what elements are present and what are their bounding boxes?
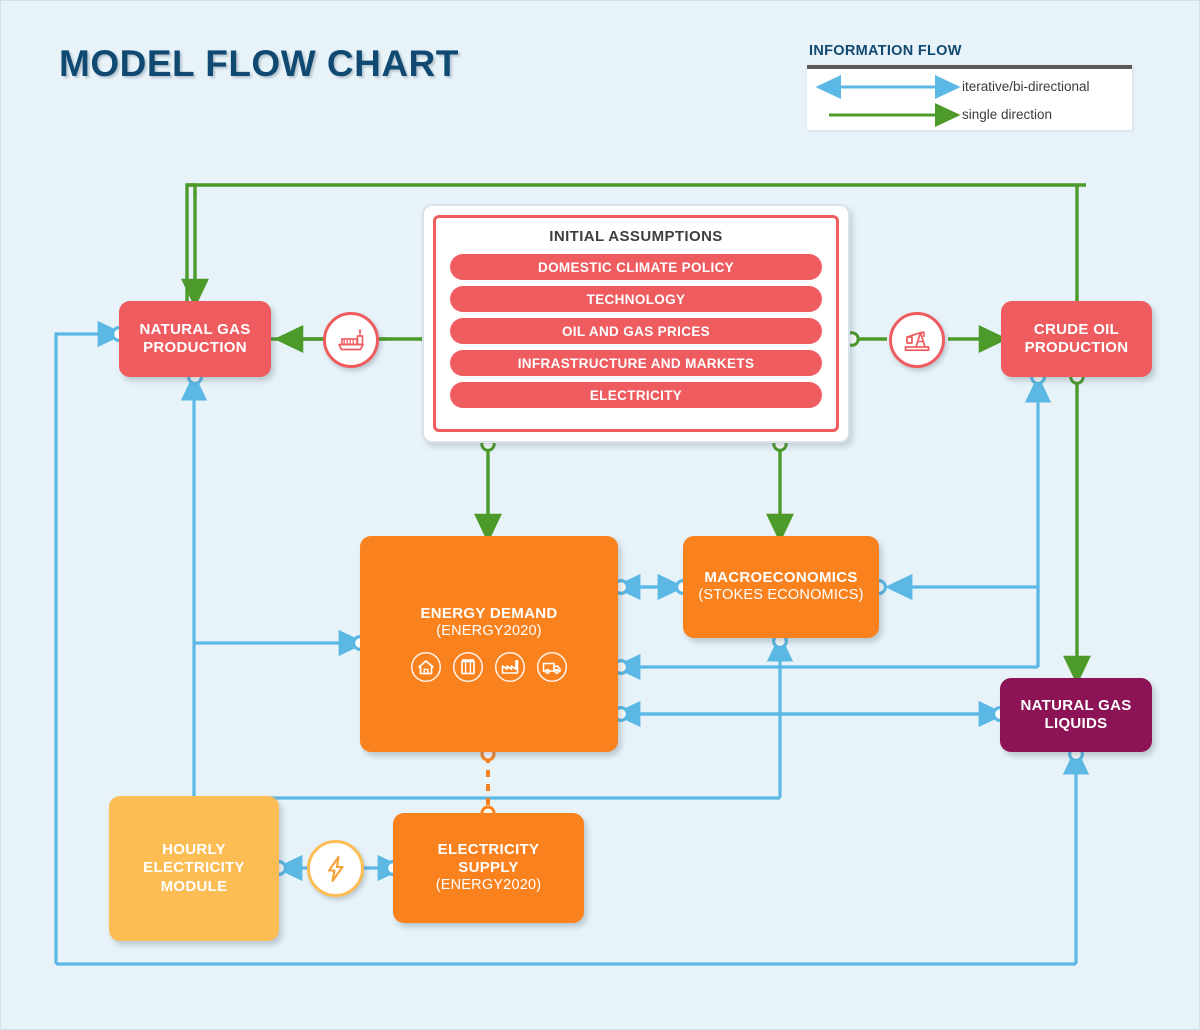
node-natural-gas-liquids[interactable]: NATURAL GAS LIQUIDS: [1000, 678, 1152, 752]
legend-label-bidirectional: iterative/bi-directional: [962, 79, 1090, 94]
node-crude-oil-production-line1: CRUDE OIL: [1033, 320, 1120, 338]
legend-label-single-direction: single direction: [962, 107, 1053, 122]
commercial-building-icon: [452, 651, 484, 683]
legend-item-bidirectional: iterative/bi-directional: [807, 71, 1132, 102]
legend-item-single-direction: single direction: [807, 99, 1132, 130]
industrial-factory-icon: [494, 651, 526, 683]
legend-panel: iterative/bi-directional single directio…: [807, 65, 1132, 130]
node-energy-demand-line1: ENERGY DEMAND: [420, 604, 558, 622]
node-macroeconomics[interactable]: MACROECONOMICS (STOKES ECONOMICS): [683, 536, 879, 638]
assumption-technology[interactable]: TECHNOLOGY: [450, 286, 822, 312]
node-energy-demand[interactable]: ENERGY DEMAND (ENERGY2020): [360, 536, 618, 752]
legend-bidirectional-arrow-icon: [807, 74, 962, 99]
oil-pumpjack-icon: [889, 312, 945, 368]
initial-assumptions-panel: INITIAL ASSUMPTIONS DOMESTIC CLIMATE POL…: [422, 204, 850, 443]
node-macroeconomics-line1: MACROECONOMICS: [704, 569, 858, 586]
node-natural-gas-production-line1: NATURAL GAS: [139, 320, 251, 338]
assumption-electricity[interactable]: ELECTRICITY: [450, 382, 822, 408]
assumption-oil-and-gas-prices[interactable]: OIL AND GAS PRICES: [450, 318, 822, 344]
initial-assumptions-heading: INITIAL ASSUMPTIONS: [549, 228, 723, 245]
node-crude-oil-production-line2: PRODUCTION: [1024, 339, 1129, 356]
node-electricity-supply-line3: (ENERGY2020): [435, 877, 542, 894]
node-crude-oil-production[interactable]: CRUDE OIL PRODUCTION: [1001, 301, 1152, 377]
lightning-bolt-icon: [307, 840, 364, 897]
page-title: MODEL FLOW CHART: [59, 43, 459, 84]
transportation-truck-icon: [536, 651, 568, 683]
node-natural-gas-liquids-line2: LIQUIDS: [1044, 715, 1108, 732]
legend-title: INFORMATION FLOW: [809, 43, 962, 59]
node-electricity-supply-line2: SUPPLY: [458, 859, 519, 877]
node-electricity-supply-line1: ELECTRICITY: [437, 840, 540, 858]
energy-demand-sector-icons: [410, 651, 568, 683]
residential-house-icon: [410, 651, 442, 683]
node-energy-demand-line2: (ENERGY2020): [436, 622, 542, 639]
node-hourly-electricity-module-line2: ELECTRICITY: [143, 859, 245, 877]
node-hourly-electricity-module-line1: HOURLY: [162, 841, 226, 859]
flow-chart-canvas: MODEL FLOW CHART INFORMATION FLOW iterat…: [0, 0, 1200, 1030]
ship-icon: [323, 312, 379, 368]
legend-single-direction-arrow-icon: [807, 102, 962, 127]
node-electricity-supply[interactable]: ELECTRICITY SUPPLY (ENERGY2020): [393, 813, 584, 923]
assumption-domestic-climate-policy[interactable]: DOMESTIC CLIMATE POLICY: [450, 254, 822, 280]
node-natural-gas-production[interactable]: NATURAL GAS PRODUCTION: [119, 301, 271, 377]
node-natural-gas-production-line2: PRODUCTION: [143, 339, 247, 356]
node-hourly-electricity-module[interactable]: HOURLY ELECTRICITY MODULE: [109, 796, 279, 941]
node-hourly-electricity-module-line3: MODULE: [160, 877, 228, 895]
node-natural-gas-liquids-line1: NATURAL GAS: [1020, 696, 1132, 714]
assumption-infrastructure-and-markets[interactable]: INFRASTRUCTURE AND MARKETS: [450, 350, 822, 376]
node-macroeconomics-line2: (STOKES ECONOMICS): [698, 587, 864, 604]
